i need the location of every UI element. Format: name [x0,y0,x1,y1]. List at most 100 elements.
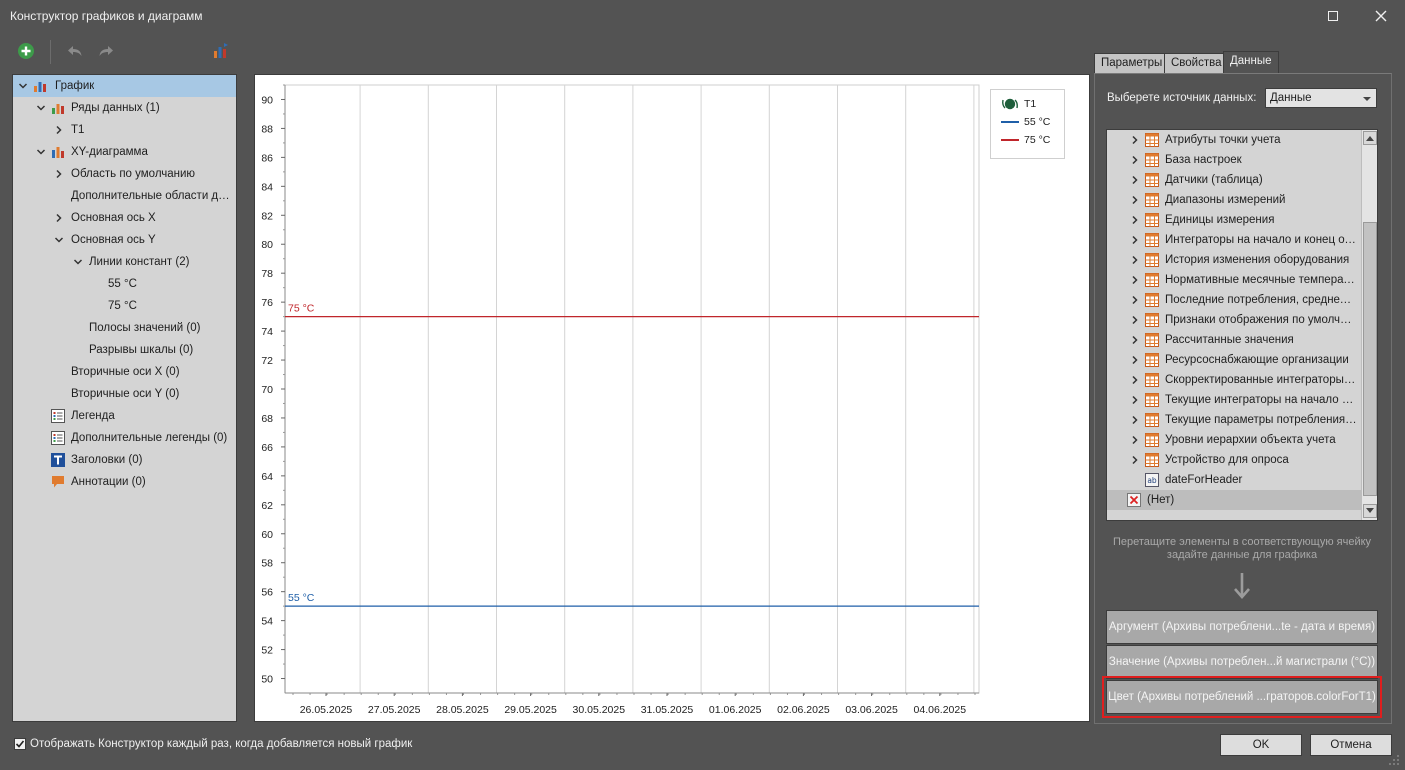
datasource-item[interactable]: Устройство для опроса [1107,450,1361,470]
datasource-item[interactable]: Нормативные месячные температур... [1107,270,1361,290]
chart-element-tree[interactable]: График Ряды данных (1) T1 XY-диаграмма О… [12,74,237,722]
chevron-down-icon [73,259,83,265]
tree-item-secondary-x[interactable]: Вторичные оси X (0) [13,361,236,383]
datasource-item[interactable]: Единицы измерения [1107,210,1361,230]
datasource-item[interactable]: Датчики (таблица) [1107,170,1361,190]
datasource-item[interactable]: История изменения оборудования [1107,250,1361,270]
table-icon [1145,313,1159,327]
checkmark-icon [15,740,25,748]
table-icon [1145,433,1159,447]
table-icon [1145,173,1159,187]
chevron-right-icon [1132,255,1138,265]
argument-drop-zone[interactable]: Аргумент (Архивы потреблени...te - дата … [1106,610,1378,644]
tree-item-secondary-y[interactable]: Вторичные оси Y (0) [13,383,236,405]
tree-item-additional-panes[interactable]: Дополнительные области ди... [13,185,236,207]
tree-item-t1[interactable]: T1 [13,119,236,141]
tree-item-chart[interactable]: График [13,75,236,97]
datasource-tree[interactable]: Атрибуты точки учета База настроек Датчи… [1106,129,1378,521]
tree-item-xy-diagram[interactable]: XY-диаграмма [13,141,236,163]
datasource-item[interactable]: Ресурсоснабжающие организации [1107,350,1361,370]
datasource-item[interactable]: Текущие параметры потребления, ... [1107,410,1361,430]
tree-item-const-55[interactable]: 55 °C [13,273,236,295]
datasource-item[interactable]: Диапазоны измерений [1107,190,1361,210]
tree-item-label: Основная ось Y [71,234,156,246]
tree-item-label: T1 [71,124,85,136]
chart-preview [254,74,1090,722]
maximize-button[interactable] [1320,6,1346,26]
datasource-item-label: База настроек [1165,154,1242,166]
tree-item-annotations[interactable]: Аннотации (0) [13,471,236,493]
chevron-right-icon [1132,455,1138,465]
resize-grip-icon[interactable] [1388,754,1400,766]
datasource-item-field[interactable]: ab dateForHeader [1107,470,1361,490]
chevron-right-icon [1132,195,1138,205]
datasource-item-label: Нормативные месячные температур... [1165,274,1357,286]
legend-swatch [1001,121,1019,123]
tab-properties[interactable]: Свойства [1164,53,1229,73]
datasource-item[interactable]: Уровни иерархии объекта учета [1107,430,1361,450]
datasource-item[interactable]: Скорректированные интеграторы н... [1107,370,1361,390]
table-icon [1145,153,1159,167]
tree-item-titles[interactable]: Заголовки (0) [13,449,236,471]
tree-item-scale-breaks[interactable]: Разрывы шкалы (0) [13,339,236,361]
datasource-scrollbar[interactable] [1361,130,1377,520]
datasource-item[interactable]: Текущие интеграторы на начало и ... [1107,390,1361,410]
tab-parameters[interactable]: Параметры [1094,53,1170,73]
tree-item-axis-x[interactable]: Основная ось X [13,207,236,229]
add-button[interactable] [15,40,37,62]
datasource-item-label: Единицы измерения [1165,214,1275,226]
chart-legend: T1 55 °C 75 °C [990,89,1065,159]
tree-item-constant-lines[interactable]: Линии констант (2) [13,251,236,273]
table-icon [1145,273,1159,287]
undo-button[interactable] [64,40,86,62]
datasource-item[interactable]: Атрибуты точки учета [1107,130,1361,150]
datasource-item-label: Признаки отображения по умолчан... [1165,314,1357,326]
chevron-right-icon [1132,275,1138,285]
datasource-item-label: (Нет) [1147,494,1175,506]
cancel-button[interactable]: Отмена [1310,734,1392,756]
tree-item-strips[interactable]: Полосы значений (0) [13,317,236,339]
table-icon [1145,373,1159,387]
tree-item-const-75[interactable]: 75 °C [13,295,236,317]
datasource-item[interactable]: База настроек [1107,150,1361,170]
table-icon [1145,413,1159,427]
ok-button[interactable]: OK [1220,734,1302,756]
table-icon [1145,333,1159,347]
triangle-up-icon [1366,136,1374,141]
tree-item-additional-legends[interactable]: Дополнительные легенды (0) [13,427,236,449]
tree-item-series[interactable]: Ряды данных (1) [13,97,236,119]
datasource-item[interactable]: Последние потребления, среднечас... [1107,290,1361,310]
chart-wizard-button[interactable] [210,40,232,62]
datasource-item-label: Диапазоны измерений [1165,194,1286,206]
scroll-down-button[interactable] [1363,504,1377,518]
triangle-down-icon [1366,508,1374,513]
color-drop-zone[interactable]: Цвет (Архивы потреблений ...граторов.col… [1102,676,1382,718]
tree-item-legend[interactable]: Легенда [13,405,236,427]
value-drop-zone[interactable]: Значение (Архивы потреблен...й магистрал… [1106,645,1378,679]
show-designer-label: Отображать Конструктор каждый раз, когда… [30,738,413,750]
datasource-item-label: Текущие интеграторы на начало и ... [1165,394,1357,406]
datasource-item[interactable]: Признаки отображения по умолчан... [1107,310,1361,330]
tree-item-label: XY-диаграмма [71,146,148,158]
show-designer-checkbox[interactable] [14,738,26,750]
scroll-up-button[interactable] [1363,131,1377,145]
tab-data[interactable]: Данные [1223,51,1279,73]
table-icon [1145,453,1159,467]
tree-item-default-pane[interactable]: Область по умолчанию [13,163,236,185]
tree-item-label: Основная ось X [71,212,156,224]
datasource-item-none[interactable]: (Нет) [1107,490,1361,510]
chevron-down-icon [54,237,64,243]
show-designer-checkbox-row[interactable]: Отображать Конструктор каждый раз, когда… [14,738,412,750]
datasource-select[interactable]: Данные [1265,88,1377,108]
tree-item-label: Аннотации (0) [71,476,146,488]
redo-button[interactable] [95,40,117,62]
tree-item-label: Вторичные оси Y (0) [71,388,180,400]
chevron-right-icon [1132,135,1138,145]
datasource-item[interactable]: Интеграторы на начало и конец от... [1107,230,1361,250]
close-button[interactable] [1368,6,1394,26]
add-circle-icon [18,43,34,59]
datasource-item[interactable]: Рассчитанные значения [1107,330,1361,350]
tree-item-axis-y[interactable]: Основная ось Y [13,229,236,251]
chevron-down-icon [18,83,28,89]
scrollbar-thumb[interactable] [1363,222,1377,496]
